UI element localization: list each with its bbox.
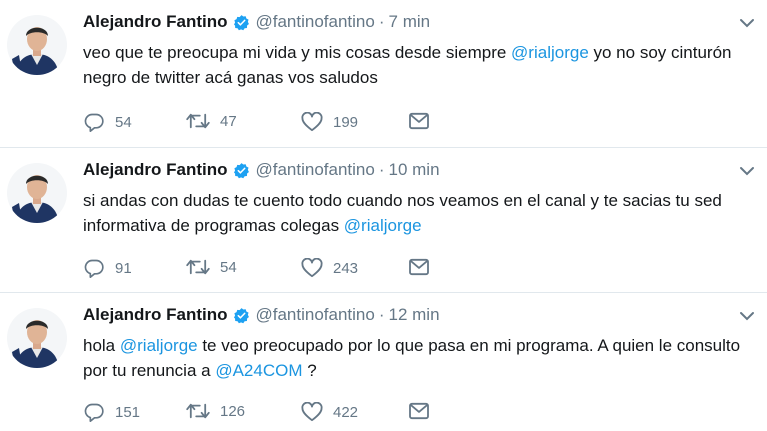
reply-icon <box>84 402 105 422</box>
tweet-text-segment: hola <box>83 336 120 355</box>
like-count: 199 <box>333 113 359 131</box>
reply-button[interactable]: 151 <box>84 402 140 422</box>
verified-badge-icon <box>233 162 250 179</box>
heart-icon <box>301 258 323 278</box>
mention-link[interactable]: @A24COM <box>215 361 302 380</box>
tweet[interactable]: Alejandro Fantino @fantinofantino · 10 m… <box>0 148 767 293</box>
tweet-feed: Alejandro Fantino @fantinofantino · 7 mi… <box>0 0 767 431</box>
envelope-icon <box>408 112 430 130</box>
reply-count: 151 <box>115 403 141 421</box>
mention-link[interactable]: @rialjorge <box>120 336 198 355</box>
separator-dot: · <box>378 12 385 31</box>
tweet-header: Alejandro Fantino @fantinofantino · 10 m… <box>83 160 440 180</box>
retweet-button[interactable]: 126 <box>186 402 245 420</box>
retweet-icon <box>186 112 210 130</box>
avatar[interactable] <box>7 163 67 223</box>
retweet-count: 54 <box>220 258 237 276</box>
retweet-count: 126 <box>220 402 246 420</box>
tweet[interactable]: Alejandro Fantino @fantinofantino · 12 m… <box>0 293 767 431</box>
tweet-text: veo que te preocupa mi vida y mis cosas … <box>83 40 743 90</box>
tweet-text-segment: veo que te preocupa mi vida y mis cosas … <box>83 43 512 62</box>
direct-message-button[interactable] <box>408 112 430 130</box>
reply-count: 54 <box>115 113 132 131</box>
author-name[interactable]: Alejandro Fantino <box>83 12 228 32</box>
reply-count: 91 <box>115 259 132 277</box>
tweet-header: Alejandro Fantino @fantinofantino · 12 m… <box>83 305 440 325</box>
avatar[interactable] <box>7 308 67 368</box>
reply-icon <box>84 258 105 278</box>
like-button[interactable]: 243 <box>301 258 358 278</box>
heart-icon <box>301 402 323 422</box>
retweet-button[interactable]: 47 <box>186 112 237 130</box>
tweet-text-segment: ? <box>302 361 317 380</box>
author-name[interactable]: Alejandro Fantino <box>83 305 228 325</box>
retweet-button[interactable]: 54 <box>186 258 237 276</box>
tweet[interactable]: Alejandro Fantino @fantinofantino · 7 mi… <box>0 0 767 148</box>
mention-link[interactable]: @rialjorge <box>511 43 589 62</box>
like-count: 422 <box>333 403 359 421</box>
author-name[interactable]: Alejandro Fantino <box>83 160 228 180</box>
timestamp[interactable]: 7 min <box>389 12 431 32</box>
tweet-text: si andas con dudas te cuento todo cuando… <box>83 188 743 238</box>
retweet-icon <box>186 258 210 276</box>
chevron-down-icon[interactable] <box>739 16 755 28</box>
chevron-down-icon[interactable] <box>739 309 755 321</box>
avatar[interactable] <box>7 15 67 75</box>
direct-message-button[interactable] <box>408 258 430 276</box>
retweet-count: 47 <box>220 112 237 130</box>
verified-badge-icon <box>233 307 250 324</box>
reply-button[interactable]: 91 <box>84 258 132 278</box>
tweet-text: hola @rialjorge te veo preocupado por lo… <box>83 333 743 383</box>
author-handle[interactable]: @fantinofantino <box>256 12 375 32</box>
envelope-icon <box>408 402 430 420</box>
timestamp[interactable]: 12 min <box>389 305 440 325</box>
separator-dot: · <box>378 160 385 179</box>
mention-link[interactable]: @rialjorge <box>344 216 422 235</box>
envelope-icon <box>408 258 430 276</box>
separator-dot: · <box>378 305 385 324</box>
reply-button[interactable]: 54 <box>84 112 132 132</box>
chevron-down-icon[interactable] <box>739 164 755 176</box>
timestamp[interactable]: 10 min <box>389 160 440 180</box>
heart-icon <box>301 112 323 132</box>
verified-badge-icon <box>233 14 250 31</box>
direct-message-button[interactable] <box>408 402 430 420</box>
tweet-header: Alejandro Fantino @fantinofantino · 7 mi… <box>83 12 430 32</box>
author-handle[interactable]: @fantinofantino <box>256 160 375 180</box>
like-count: 243 <box>333 259 359 277</box>
like-button[interactable]: 422 <box>301 402 358 422</box>
reply-icon <box>84 112 105 132</box>
author-handle[interactable]: @fantinofantino <box>256 305 375 325</box>
like-button[interactable]: 199 <box>301 112 358 132</box>
retweet-icon <box>186 402 210 420</box>
